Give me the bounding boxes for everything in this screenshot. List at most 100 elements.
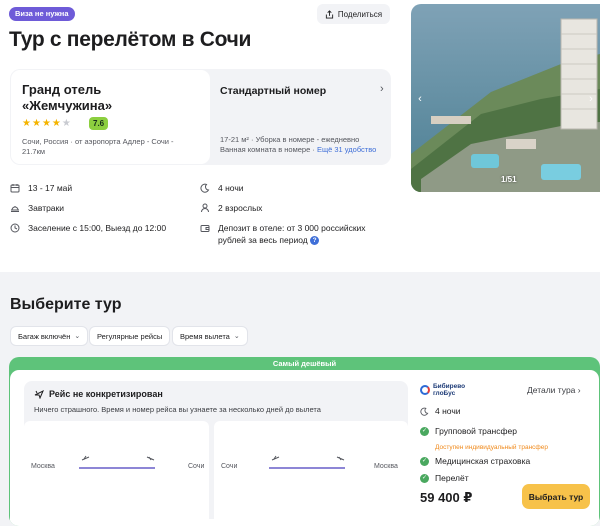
hotel-location: Сочи, Россия · от аэропорта Адлер - Сочи… bbox=[22, 137, 174, 156]
fact-checkin-text: Заселение с 15:00, Выезд до 12:00 bbox=[28, 223, 167, 233]
filter-regular-flights[interactable]: Регулярные рейсы bbox=[89, 326, 171, 346]
operator-name-line2: глоБус bbox=[433, 390, 456, 397]
wallet-icon bbox=[200, 225, 210, 232]
operator-name: Бибирево глоБус bbox=[433, 383, 465, 397]
offer-flight-text: Перелёт bbox=[435, 473, 469, 483]
room-info-bathroom: Ванная комната в номере · bbox=[220, 145, 317, 154]
room-info-line2: Ванная комната в номере · Ещё 31 удобств… bbox=[220, 145, 385, 155]
star-icon: ★ bbox=[31, 118, 41, 129]
tour-page: Виза не нужна Поделиться Тур с перелётом… bbox=[0, 0, 600, 526]
filter-baggage-label: Багаж включён bbox=[18, 331, 71, 341]
flight-leg-out: Москва Сочи bbox=[24, 421, 209, 519]
fact-nights-text: 4 ночи bbox=[218, 183, 244, 193]
meal-icon bbox=[11, 206, 19, 212]
offer-insurance: ✓ Медицинская страховка bbox=[420, 456, 530, 466]
chevron-right-icon: › bbox=[577, 385, 581, 395]
takeoff-icon bbox=[271, 455, 280, 461]
fact-deposit: Депозит в отеле: от 3 000 российских руб… bbox=[200, 222, 390, 246]
operator-name-line1: Бибирево bbox=[433, 383, 466, 390]
flight-subtitle: Ничего страшного. Время и номер рейса вы… bbox=[34, 405, 321, 414]
filter-departure-time-label: Время вылета bbox=[180, 331, 230, 341]
offer-transfer-text: Групповой трансфер bbox=[435, 426, 517, 436]
plane-icon bbox=[34, 389, 44, 399]
moon-icon bbox=[420, 407, 429, 416]
cheapest-tag: Самый дешёвый bbox=[272, 359, 337, 368]
offer-nights: 4 ночи bbox=[420, 406, 461, 416]
calendar-icon bbox=[10, 184, 20, 193]
share-button[interactable]: Поделиться bbox=[317, 4, 390, 24]
tour-offer-card[interactable]: Самый дешёвый Рейс не конкретизирован Ни… bbox=[9, 357, 600, 526]
select-tour-button[interactable]: Выбрать тур bbox=[522, 484, 590, 509]
offer-transfer: ✓ Групповой трансфер bbox=[420, 426, 517, 436]
choose-tour-title: Выберите тур bbox=[10, 296, 122, 313]
share-label: Поделиться bbox=[337, 9, 383, 19]
operator-logo: Бибирево глоБус bbox=[420, 383, 465, 397]
chevron-down-icon: ⌄ bbox=[233, 333, 240, 340]
transfer-note: Доступен индивидуальный трансфер bbox=[435, 444, 548, 451]
filter-regular-flights-label: Регулярные рейсы bbox=[97, 331, 163, 341]
gallery-next-icon[interactable]: › bbox=[586, 92, 596, 106]
offer-insurance-text: Медицинская страховка bbox=[435, 456, 531, 466]
leg-out-to: Сочи bbox=[188, 463, 205, 470]
check-icon: ✓ bbox=[420, 426, 429, 436]
room-title[interactable]: Стандартный номер bbox=[220, 85, 326, 97]
flight-title: Рейс не конкретизирован bbox=[49, 389, 163, 399]
hotel-summary[interactable]: Гранд отель «Жемчужина» ★ ★ ★ ★ ★ 7.6 Со… bbox=[11, 70, 210, 164]
choose-tour-section: Выберите тур Багаж включён ⌄ Регулярные … bbox=[0, 272, 600, 526]
star-icon: ★ bbox=[51, 118, 61, 129]
gallery-prev-icon[interactable]: ‹ bbox=[415, 92, 425, 106]
fact-dates-text: 13 - 17 май bbox=[28, 183, 73, 193]
fact-deposit-text: Депозит в отеле: от 3 000 российских руб… bbox=[218, 222, 390, 246]
fact-meals: Завтраки bbox=[10, 202, 64, 214]
filter-baggage[interactable]: Багаж включён ⌄ bbox=[10, 326, 89, 346]
room-chevron-right-icon[interactable]: › bbox=[380, 83, 384, 95]
leg-out-line bbox=[79, 467, 155, 469]
fact-meals-text: Завтраки bbox=[28, 203, 65, 213]
share-icon bbox=[325, 9, 334, 19]
leg-out-from: Москва bbox=[31, 463, 55, 470]
filter-departure-time[interactable]: Время вылета ⌄ bbox=[172, 326, 248, 346]
offer-price: 59 400 ₽ bbox=[420, 490, 473, 505]
page-title: Тур с перелётом в Сочи bbox=[9, 28, 252, 51]
room-info: 17-21 м² · Уборка в номере - ежедневно В… bbox=[220, 135, 385, 155]
fact-dates: 13 - 17 май bbox=[10, 182, 72, 194]
flight-box: Рейс не конкретизирован Ничего страшного… bbox=[24, 381, 408, 519]
tour-details-link[interactable]: Детали тура › bbox=[527, 385, 581, 395]
hotel-stars: ★ ★ ★ ★ ★ bbox=[22, 119, 71, 129]
leg-back-to: Москва bbox=[374, 463, 398, 470]
star-icon: ★ bbox=[22, 118, 31, 129]
check-icon: ✓ bbox=[420, 473, 429, 483]
deposit-text: Депозит в отеле: от 3 000 российских руб… bbox=[218, 223, 366, 245]
room-amenities-link[interactable]: Ещё 31 удобство bbox=[317, 145, 376, 154]
hotel-name: Гранд отель «Жемчужина» bbox=[22, 82, 113, 113]
star-empty-icon: ★ bbox=[61, 118, 71, 129]
hotel-card[interactable]: Гранд отель «Жемчужина» ★ ★ ★ ★ ★ 7.6 Со… bbox=[10, 69, 391, 165]
offer-nights-text: 4 ночи bbox=[435, 406, 461, 416]
offer-flight: ✓ Перелёт bbox=[420, 473, 469, 483]
landing-icon bbox=[146, 456, 155, 461]
landing-icon bbox=[336, 456, 345, 461]
flight-header: Рейс не конкретизирован bbox=[34, 389, 163, 399]
chevron-down-icon: ⌄ bbox=[74, 333, 81, 340]
info-icon[interactable]: ? bbox=[310, 236, 320, 246]
fact-checkin: Заселение с 15:00, Выезд до 12:00 bbox=[10, 222, 166, 234]
hotel-photo-gallery[interactable]: ‹ › 1/51 bbox=[411, 4, 600, 192]
gallery-counter: 1/51 bbox=[501, 175, 517, 184]
offer-body: Рейс не конкретизирован Ничего страшного… bbox=[10, 370, 599, 526]
person-icon bbox=[201, 203, 209, 213]
check-icon: ✓ bbox=[420, 456, 429, 466]
clock-icon bbox=[10, 223, 20, 233]
room-info-line1: 17-21 м² · Уборка в номере - ежедневно bbox=[220, 135, 360, 144]
tour-details-label: Детали тура bbox=[527, 385, 576, 395]
hotel-rating-badge: 7.6 bbox=[89, 117, 109, 130]
takeoff-icon bbox=[81, 455, 90, 461]
star-icon: ★ bbox=[41, 118, 51, 129]
fact-nights: 4 ночи bbox=[200, 182, 244, 194]
fact-guests: 2 взрослых bbox=[200, 202, 262, 214]
leg-back-line bbox=[269, 467, 345, 469]
flight-leg-back: Сочи Москва bbox=[214, 421, 408, 519]
leg-back-from: Сочи bbox=[221, 463, 238, 470]
fact-guests-text: 2 взрослых bbox=[218, 203, 263, 213]
offer-side: Бибирево глоБус Детали тура › 4 ночи ✓ Гр… bbox=[412, 370, 599, 526]
hotel-photo bbox=[411, 4, 600, 192]
